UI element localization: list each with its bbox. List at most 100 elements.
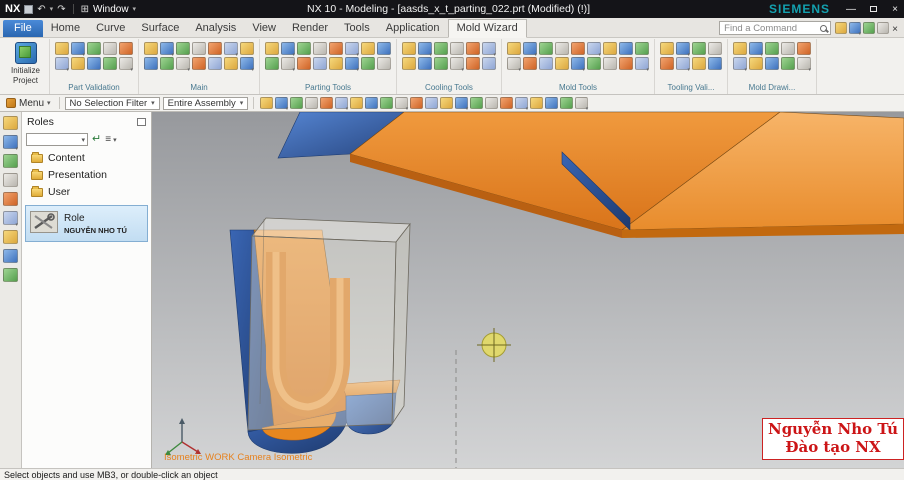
mold-model-canvas[interactable] xyxy=(152,112,904,468)
window-menu-button[interactable]: Window xyxy=(93,4,129,15)
mold-tools-icon[interactable] xyxy=(539,57,553,70)
redo-icon[interactable]: ↷ xyxy=(57,4,65,15)
group-label-mold-drawing[interactable]: Mold Drawi... xyxy=(732,83,812,94)
ribbon-option-icon[interactable] xyxy=(877,22,890,34)
tab-tools[interactable]: Tools xyxy=(336,20,378,37)
toolbar-icon[interactable] xyxy=(485,97,499,109)
cooling-tools-icon[interactable] xyxy=(450,42,464,55)
folder-user[interactable]: User xyxy=(22,183,151,200)
toolbar-icon[interactable] xyxy=(470,97,484,109)
parting-tools-icon[interactable] xyxy=(329,42,343,55)
mold-tools-icon[interactable] xyxy=(571,42,585,55)
menu-button[interactable]: Menu ▾ xyxy=(3,98,54,109)
main-group-icon[interactable] xyxy=(176,57,190,73)
folder-presentation[interactable]: Presentation xyxy=(22,166,151,183)
mold-drawing-icon[interactable] xyxy=(781,42,795,55)
resource-bar-icon[interactable] xyxy=(3,268,18,282)
tooling-validation-icon[interactable] xyxy=(676,42,690,58)
toolbar-icon[interactable] xyxy=(290,97,304,109)
mold-tools-icon[interactable] xyxy=(555,42,569,55)
parting-tools-icon[interactable] xyxy=(313,57,327,70)
tab-view[interactable]: View xyxy=(244,20,284,37)
tooling-validation-icon[interactable] xyxy=(708,42,722,55)
resource-bar-icon[interactable] xyxy=(3,249,18,263)
part-validation-icon[interactable] xyxy=(71,42,85,58)
tooling-validation-icon[interactable] xyxy=(708,57,722,70)
toolbar-icon[interactable] xyxy=(560,97,574,109)
part-validation-icon[interactable] xyxy=(87,42,101,55)
parting-tools-icon[interactable] xyxy=(297,42,311,55)
tab-curve[interactable]: Curve xyxy=(88,20,133,37)
part-validation-icon[interactable] xyxy=(103,57,117,70)
graphics-window[interactable]: Isometric WORK Camera Isometric Nguyễn N… xyxy=(152,112,904,468)
main-group-icon[interactable] xyxy=(160,57,174,70)
group-label-tooling-validation[interactable]: Tooling Vali... xyxy=(659,83,723,94)
parting-tools-icon[interactable] xyxy=(345,42,359,58)
selection-filter-dropdown[interactable]: No Selection Filter ▾ xyxy=(64,96,160,110)
resource-bar-icon[interactable] xyxy=(3,116,18,130)
tooling-validation-icon[interactable] xyxy=(676,57,690,73)
close-button[interactable]: × xyxy=(886,4,904,15)
window-dropdown-icon[interactable]: ▾ xyxy=(133,5,137,13)
toolbar-icon[interactable] xyxy=(260,97,274,109)
close-ribbon-icon[interactable]: × xyxy=(892,24,898,35)
resource-bar-icon[interactable] xyxy=(3,230,18,244)
ribbon-option-icon[interactable] xyxy=(863,22,876,34)
main-group-icon[interactable] xyxy=(224,42,238,58)
parting-tools-icon[interactable] xyxy=(361,57,375,70)
initialize-project-button[interactable]: Initialize Project xyxy=(2,39,50,94)
main-group-icon[interactable] xyxy=(192,57,206,70)
parting-tools-icon[interactable] xyxy=(329,57,343,70)
tab-render[interactable]: Render xyxy=(284,20,336,37)
mold-tools-icon[interactable] xyxy=(571,57,585,73)
ribbon-option-icon[interactable] xyxy=(835,22,848,34)
minimize-button[interactable]: — xyxy=(842,4,860,15)
part-validation-icon[interactable] xyxy=(119,57,133,73)
toolbar-icon[interactable] xyxy=(380,97,394,109)
tooling-validation-icon[interactable] xyxy=(692,42,706,55)
tab-file[interactable]: File xyxy=(3,20,43,37)
tab-analysis[interactable]: Analysis xyxy=(187,20,244,37)
tab-mold-wizard[interactable]: Mold Wizard xyxy=(447,19,527,38)
cooling-tools-icon[interactable] xyxy=(418,42,432,58)
mold-tools-icon[interactable] xyxy=(507,57,521,73)
parting-tools-icon[interactable] xyxy=(281,42,295,58)
mold-drawing-icon[interactable] xyxy=(749,57,763,70)
mold-drawing-icon[interactable] xyxy=(781,57,795,70)
toolbar-icon[interactable] xyxy=(350,97,364,109)
resource-bar-icon[interactable] xyxy=(3,192,18,206)
apply-filter-icon[interactable]: ↵ xyxy=(92,134,101,145)
tooling-validation-icon[interactable] xyxy=(660,57,674,70)
toolbar-icon[interactable] xyxy=(410,97,424,109)
mold-tools-icon[interactable] xyxy=(635,42,649,55)
toolbar-icon[interactable] xyxy=(305,97,319,109)
mold-tools-icon[interactable] xyxy=(523,42,537,58)
tooling-validation-icon[interactable] xyxy=(660,42,674,55)
main-group-icon[interactable] xyxy=(176,42,190,55)
mold-tools-icon[interactable] xyxy=(587,42,601,58)
mold-tools-icon[interactable] xyxy=(539,42,553,55)
main-group-icon[interactable] xyxy=(192,42,206,55)
cooling-tools-icon[interactable] xyxy=(466,57,480,70)
list-view-button[interactable]: ≡ ▾ xyxy=(105,134,116,145)
undo-icon[interactable]: ↶ xyxy=(37,4,45,15)
parting-tools-icon[interactable] xyxy=(265,57,279,70)
toolbar-icon[interactable] xyxy=(575,97,589,112)
toolbar-icon[interactable] xyxy=(515,97,529,112)
save-icon[interactable] xyxy=(24,4,34,14)
mold-tools-icon[interactable] xyxy=(587,57,601,70)
toolbar-icon[interactable] xyxy=(395,97,409,112)
cooling-tools-icon[interactable] xyxy=(482,57,496,70)
undo-dropdown-icon[interactable]: ▾ xyxy=(50,5,54,13)
workpiece-box[interactable] xyxy=(247,217,411,431)
mold-tools-icon[interactable] xyxy=(507,42,521,55)
part-validation-icon[interactable] xyxy=(103,42,117,55)
cooling-tools-icon[interactable] xyxy=(418,57,432,70)
cooling-tools-icon[interactable] xyxy=(450,57,464,73)
cooling-tools-icon[interactable] xyxy=(402,42,416,55)
toolbar-icon[interactable] xyxy=(545,97,559,109)
toolbar-icon[interactable] xyxy=(365,97,379,109)
restore-button[interactable] xyxy=(864,4,882,15)
resource-bar-icon[interactable] xyxy=(3,135,18,152)
mold-tools-icon[interactable] xyxy=(619,42,633,55)
